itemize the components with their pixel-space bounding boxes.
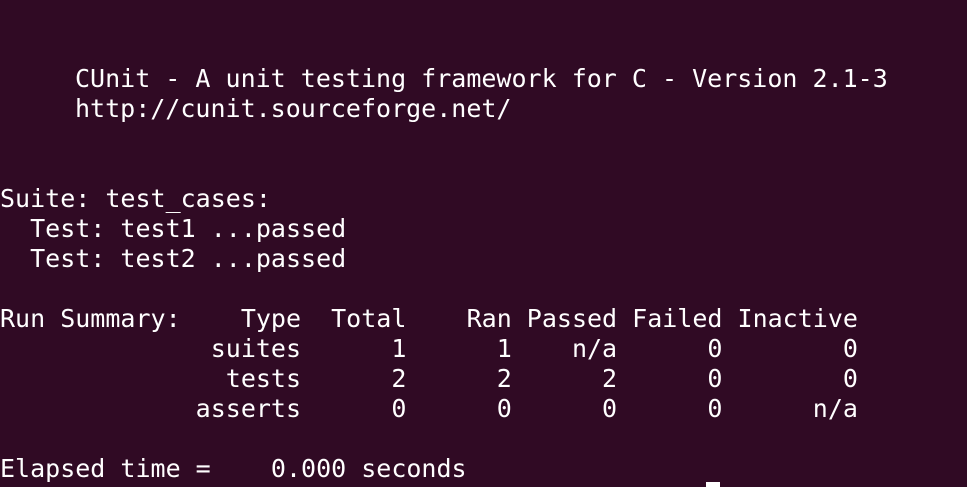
test-result-line: Test: test1 ...passed [0,214,347,243]
terminal-window[interactable]: CUnit - A unit testing framework for C -… [0,0,967,487]
run-summary-row-suites: suites 1 1 n/a 0 0 [0,334,858,363]
run-summary-header: Run Summary: Type Total Ran Passed Faile… [0,304,858,333]
cunit-banner-url: http://cunit.sourceforge.net/ [75,94,512,123]
run-summary-row-asserts: asserts 0 0 0 0 n/a [0,394,858,423]
suite-line: Suite: test_cases: [0,184,271,213]
test-result-line: Test: test2 ...passed [0,244,347,273]
elapsed-time-line: Elapsed time = 0.000 seconds [0,454,467,483]
text-cursor [706,482,720,487]
run-summary-row-tests: tests 2 2 2 0 0 [0,364,858,393]
previous-prompt-line [75,0,775,4]
cunit-banner-title: CUnit - A unit testing framework for C -… [75,64,888,93]
